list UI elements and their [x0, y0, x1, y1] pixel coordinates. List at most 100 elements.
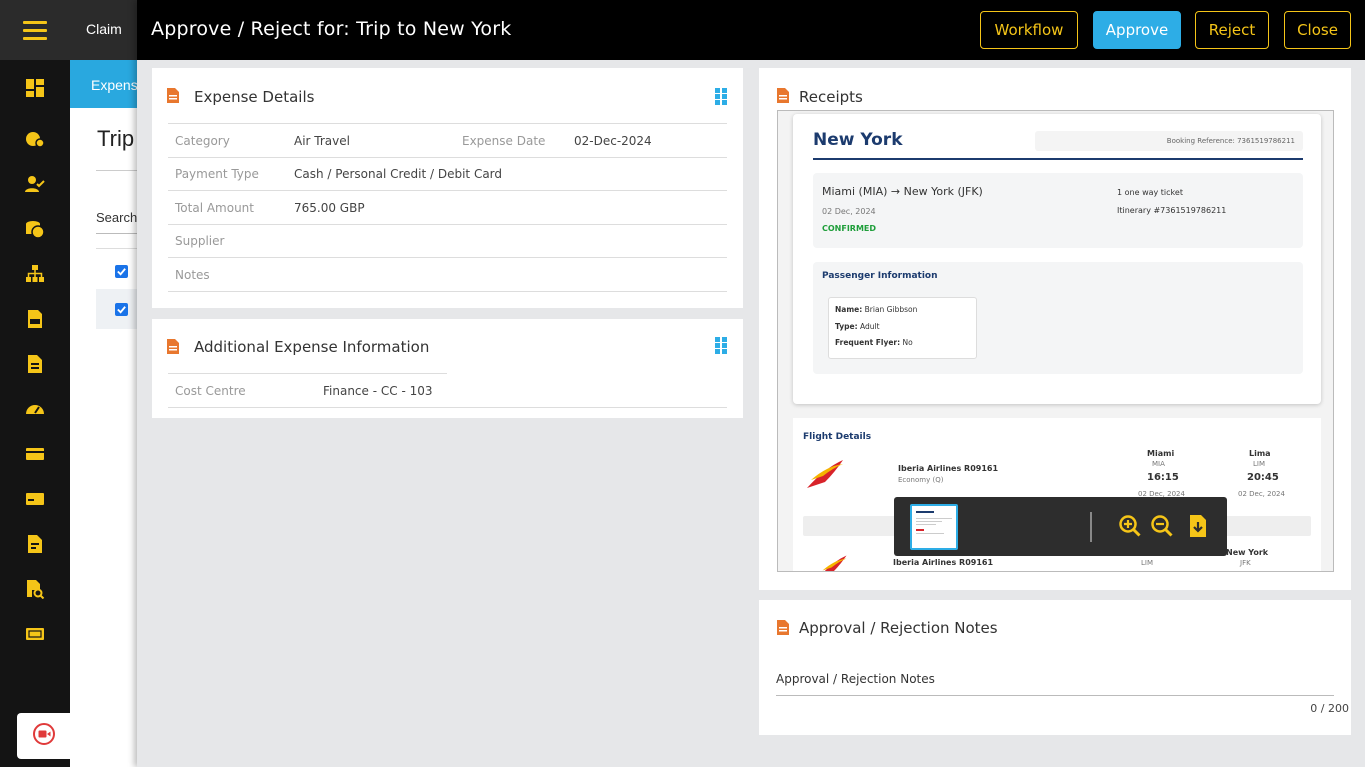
- document-icon: [167, 88, 179, 103]
- receipt-status: CONFIRMED: [822, 224, 877, 233]
- total-amount-value: 765.00 GBP: [294, 201, 365, 215]
- receipt-itinerary: Itinerary #7361519786211: [1117, 206, 1227, 215]
- drag-grid-icon[interactable]: [715, 88, 727, 105]
- total-amount-label: Total Amount: [175, 201, 254, 215]
- dialog-header-bar: Approve / Reject for: Trip to New York W…: [137, 0, 1365, 60]
- toolbar-separator: [1090, 512, 1092, 542]
- receipt-date: 02 Dec, 2024: [822, 207, 876, 216]
- receipt-passenger-box: Passenger Information Name: Brian Gibbso…: [813, 262, 1303, 374]
- receipt-from-time: 16:15: [1147, 472, 1179, 483]
- card-title: Expense Details: [194, 88, 315, 106]
- airline-logo-icon: [807, 460, 843, 488]
- approve-button[interactable]: Approve: [1093, 11, 1181, 49]
- receipt-passenger-card: Name: Brian Gibbson Type: Adult Frequent…: [828, 297, 977, 359]
- document-icon: [777, 88, 789, 103]
- background-row-checkbox[interactable]: [115, 303, 128, 316]
- supplier-label: Supplier: [175, 234, 225, 248]
- receipt-to-date: 02 Dec, 2024: [1238, 490, 1285, 498]
- cost-centre-value: Finance - CC - 103: [323, 384, 433, 398]
- receipt-city: New York: [813, 130, 903, 150]
- background-page-title: Trip: [97, 126, 135, 151]
- receipt-passenger-name: Name: Brian Gibbson: [835, 305, 918, 314]
- document-search-icon[interactable]: [0, 566, 70, 611]
- drag-grid-icon[interactable]: [715, 337, 727, 354]
- zoom-out-icon[interactable]: [1150, 514, 1174, 538]
- approval-notes-input[interactable]: Approval / Rejection Notes: [776, 670, 1334, 696]
- receipt-route-box: Miami (MIA) → New York (JFK) 02 Dec, 202…: [813, 173, 1303, 248]
- receipt-ticket: 1 one way ticket: [1117, 188, 1183, 197]
- receipt-ticket-icon[interactable]: [0, 611, 70, 656]
- download-icon[interactable]: [1186, 514, 1210, 538]
- receipt-passenger-heading: Passenger Information: [822, 271, 938, 281]
- category-label: Category: [175, 134, 230, 148]
- receipt-passenger-type: Type: Adult: [835, 322, 880, 331]
- hamburger-menu-icon[interactable]: [23, 20, 47, 40]
- rail-icon-list: [0, 60, 70, 656]
- receipt-booking-card: New York Booking Reference: 736151978621…: [793, 114, 1321, 404]
- expense-date-label: Expense Date: [462, 134, 546, 148]
- airline-logo-icon: [822, 555, 847, 571]
- receipt-to-time: 20:45: [1247, 472, 1279, 483]
- detail-row: Notes: [168, 258, 727, 292]
- currency-coins-icon[interactable]: [0, 206, 70, 251]
- character-counter: 0 / 200: [1310, 702, 1349, 715]
- receipt-viewer-toolbar: [894, 497, 1227, 556]
- detail-row: Category Air Travel Expense Date 02-Dec-…: [168, 124, 727, 158]
- notes-label: Notes: [175, 268, 210, 282]
- additional-info-card: Additional Expense Information Cost Cent…: [152, 319, 743, 418]
- document-icon: [777, 620, 789, 635]
- receipt-route: Miami (MIA) → New York (JFK): [822, 185, 983, 198]
- video-record-icon: [32, 722, 56, 750]
- expense-details-card: Expense Details Category Air Travel Expe…: [152, 68, 743, 308]
- detail-row: Payment Type Cash / Personal Credit / De…: [168, 157, 727, 191]
- vat-document-icon[interactable]: [0, 296, 70, 341]
- receipt-to-city: Lima: [1249, 449, 1271, 458]
- screen-record-button[interactable]: [17, 713, 70, 759]
- card-title: Receipts: [799, 88, 863, 106]
- detail-row: Supplier: [168, 224, 727, 258]
- cost-centre-label: Cost Centre: [175, 384, 246, 398]
- dialog-title: Approve / Reject for: Trip to New York: [151, 18, 512, 40]
- receipt-frequent-flyer: Frequent Flyer: No: [835, 338, 913, 347]
- receipt-airline: Iberia Airlines R09161: [898, 464, 999, 473]
- background-header-label: Claim: [86, 21, 122, 37]
- receipt-booking-reference: Booking Reference: 7361519786211: [1035, 131, 1303, 151]
- category-value: Air Travel: [294, 134, 350, 148]
- receipt-leg2-from-code: LIM: [1141, 559, 1154, 567]
- background-search-label[interactable]: Search: [96, 210, 137, 225]
- reject-button[interactable]: Reject: [1195, 11, 1269, 49]
- detail-row: Total Amount 765.00 GBP: [168, 191, 727, 225]
- background-row-checkbox[interactable]: [115, 265, 128, 278]
- rail-header: [0, 0, 70, 60]
- receipt-thumbnail[interactable]: [910, 504, 958, 550]
- payment-type-value: Cash / Personal Credit / Debit Card: [294, 167, 503, 181]
- report-icon[interactable]: [0, 341, 70, 386]
- card-reconcile-icon[interactable]: [0, 476, 70, 521]
- dashboard-icon[interactable]: [0, 60, 70, 116]
- credit-card-icon[interactable]: [0, 431, 70, 476]
- card-title: Additional Expense Information: [194, 338, 430, 356]
- document-icon: [167, 339, 179, 354]
- detail-row: Cost Centre Finance - CC - 103: [168, 374, 727, 408]
- card-title: Approval / Rejection Notes: [799, 619, 998, 637]
- zoom-in-icon[interactable]: [1118, 514, 1142, 538]
- receipt-flight-heading: Flight Details: [803, 432, 872, 442]
- expense-date-value: 02-Dec-2024: [574, 134, 652, 148]
- expense-settings-icon[interactable]: [0, 116, 70, 161]
- approve-reject-dialog: Approve / Reject for: Trip to New York W…: [137, 0, 1365, 767]
- org-hierarchy-icon[interactable]: [0, 251, 70, 296]
- close-button[interactable]: Close: [1284, 11, 1351, 49]
- left-nav-rail: [0, 0, 70, 767]
- receipt-leg2-to-code: JFK: [1240, 559, 1251, 567]
- receipt-leg2-to-city: New York: [1226, 548, 1269, 557]
- receipt-cabin: Economy (Q): [898, 476, 944, 484]
- workflow-button[interactable]: Workflow: [980, 11, 1078, 49]
- speedometer-icon[interactable]: [0, 386, 70, 431]
- receipt-airline-leg2: Iberia Airlines R09161: [893, 558, 994, 567]
- user-approve-icon[interactable]: [0, 161, 70, 206]
- receipt-from-code: MIA: [1152, 460, 1165, 468]
- receipt-from-city: Miami: [1147, 449, 1175, 458]
- document-list-icon[interactable]: [0, 521, 70, 566]
- payment-type-label: Payment Type: [175, 167, 259, 181]
- approval-notes-input-label: Approval / Rejection Notes: [776, 672, 935, 686]
